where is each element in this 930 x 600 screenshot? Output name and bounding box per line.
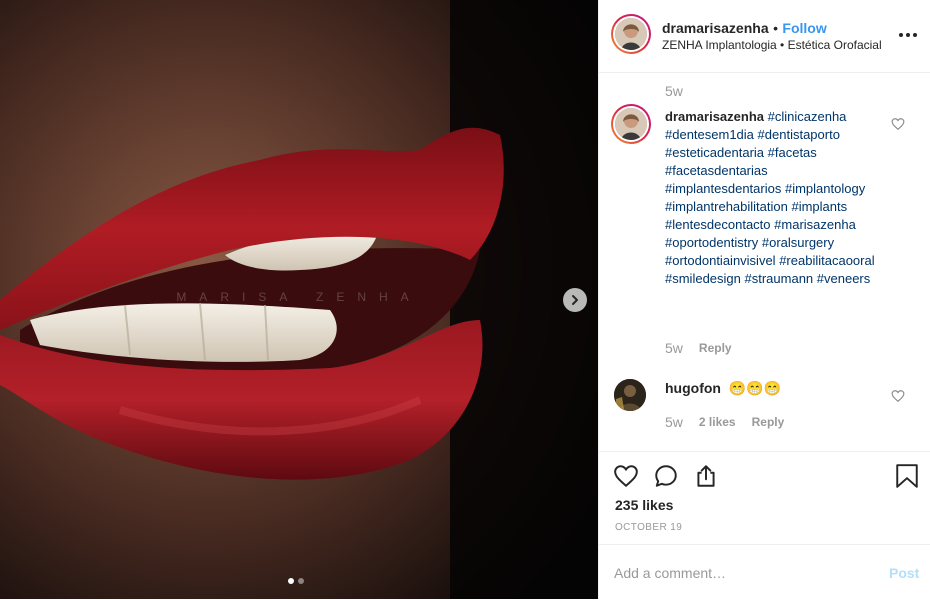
hashtag-link[interactable]: #dentesem1dia: [665, 127, 754, 142]
instagram-post: MARISA ZENHA dramarisazenha • Follow ZEN…: [0, 0, 930, 599]
comment-time: 5w: [665, 414, 683, 430]
hashtag-link[interactable]: #facetas: [768, 145, 817, 160]
add-comment-bar: Post: [599, 544, 930, 600]
hashtag-link[interactable]: #oportodentistry: [665, 235, 758, 250]
comment-reply-button[interactable]: Reply: [752, 415, 785, 429]
post-header: dramarisazenha • Follow ZENHA Implantolo…: [599, 0, 930, 73]
post-actions: 235 likes OCTOBER 19: [599, 451, 930, 545]
like-heart-icon[interactable]: [613, 463, 639, 489]
comment-input[interactable]: [614, 563, 864, 583]
follow-button[interactable]: Follow: [782, 20, 826, 36]
like-comment-heart-icon[interactable]: [891, 389, 905, 403]
hashtag-link[interactable]: #veneers: [817, 271, 870, 286]
caption-username[interactable]: dramarisazenha: [665, 109, 764, 124]
caption-time: 5w: [665, 340, 683, 356]
author-subtitle[interactable]: ZENHA Implantologia • Estética Orofacial: [662, 38, 882, 52]
hashtag-link[interactable]: #facetasdentarias: [665, 163, 768, 178]
post-panel: dramarisazenha • Follow ZENHA Implantolo…: [598, 0, 930, 599]
comments-section: 5w dramarisazenha #clinicazenha #dentese…: [599, 72, 930, 452]
caption-avatar[interactable]: [611, 104, 651, 144]
likes-count[interactable]: 235 likes: [615, 497, 673, 513]
caption-text: dramarisazenha #clinicazenha #dentesem1d…: [665, 108, 880, 288]
carousel-dot: [298, 578, 304, 584]
hashtag-link[interactable]: #implants: [791, 199, 847, 214]
hashtag-link[interactable]: #implantology: [785, 181, 865, 196]
caption-reply-button[interactable]: Reply: [699, 341, 732, 355]
share-icon[interactable]: [693, 463, 719, 489]
caption-meta: 5w Reply: [665, 340, 732, 356]
hashtag-link[interactable]: #clinicazenha: [768, 109, 847, 124]
more-options-icon[interactable]: [899, 33, 917, 37]
author-username[interactable]: dramarisazenha: [662, 20, 769, 36]
next-slide-button[interactable]: [563, 288, 587, 312]
hashtag-link[interactable]: #implantesdentarios: [665, 181, 781, 196]
hashtag-link[interactable]: #ortodontiainvisivel: [665, 253, 776, 268]
comment-meta: 5w 2 likes Reply: [665, 414, 784, 430]
hashtag-link[interactable]: #implantrehabilitation: [665, 199, 788, 214]
post-time: 5w: [665, 83, 683, 99]
comment-body: hugofon 😁😁😁: [665, 380, 781, 397]
header-separator: •: [773, 20, 778, 36]
hashtag-link[interactable]: #smiledesign: [665, 271, 741, 286]
comment-text: 😁😁😁: [728, 380, 782, 396]
comment-bubble-icon[interactable]: [653, 463, 679, 489]
post-media[interactable]: MARISA ZENHA: [0, 0, 598, 599]
hashtag-link[interactable]: #marisazenha: [774, 217, 856, 232]
carousel-dot-active: [288, 578, 294, 584]
post-date[interactable]: OCTOBER 19: [615, 522, 682, 533]
comment-likes[interactable]: 2 likes: [699, 415, 736, 429]
hashtag-link[interactable]: #reabilitacaooral: [779, 253, 874, 268]
hashtag-link[interactable]: #straumann: [745, 271, 814, 286]
commenter-avatar[interactable]: [614, 379, 646, 411]
watermark-text: MARISA ZENHA: [176, 290, 422, 304]
hashtag-link[interactable]: #esteticadentaria: [665, 145, 764, 160]
hashtag-link[interactable]: #lentesdecontacto: [665, 217, 771, 232]
carousel-dots: [288, 578, 304, 584]
commenter-username[interactable]: hugofon: [665, 380, 721, 396]
hashtag-link[interactable]: #dentistaporto: [758, 127, 840, 142]
post-comment-button[interactable]: Post: [889, 565, 919, 581]
bookmark-icon[interactable]: [895, 463, 919, 489]
chevron-right-icon: [572, 295, 578, 305]
like-caption-heart-icon[interactable]: [891, 117, 905, 131]
caption-hashtags: #clinicazenha #dentesem1dia #dentistapor…: [665, 109, 875, 286]
author-avatar[interactable]: [611, 14, 651, 54]
hashtag-link[interactable]: #oralsurgery: [762, 235, 834, 250]
